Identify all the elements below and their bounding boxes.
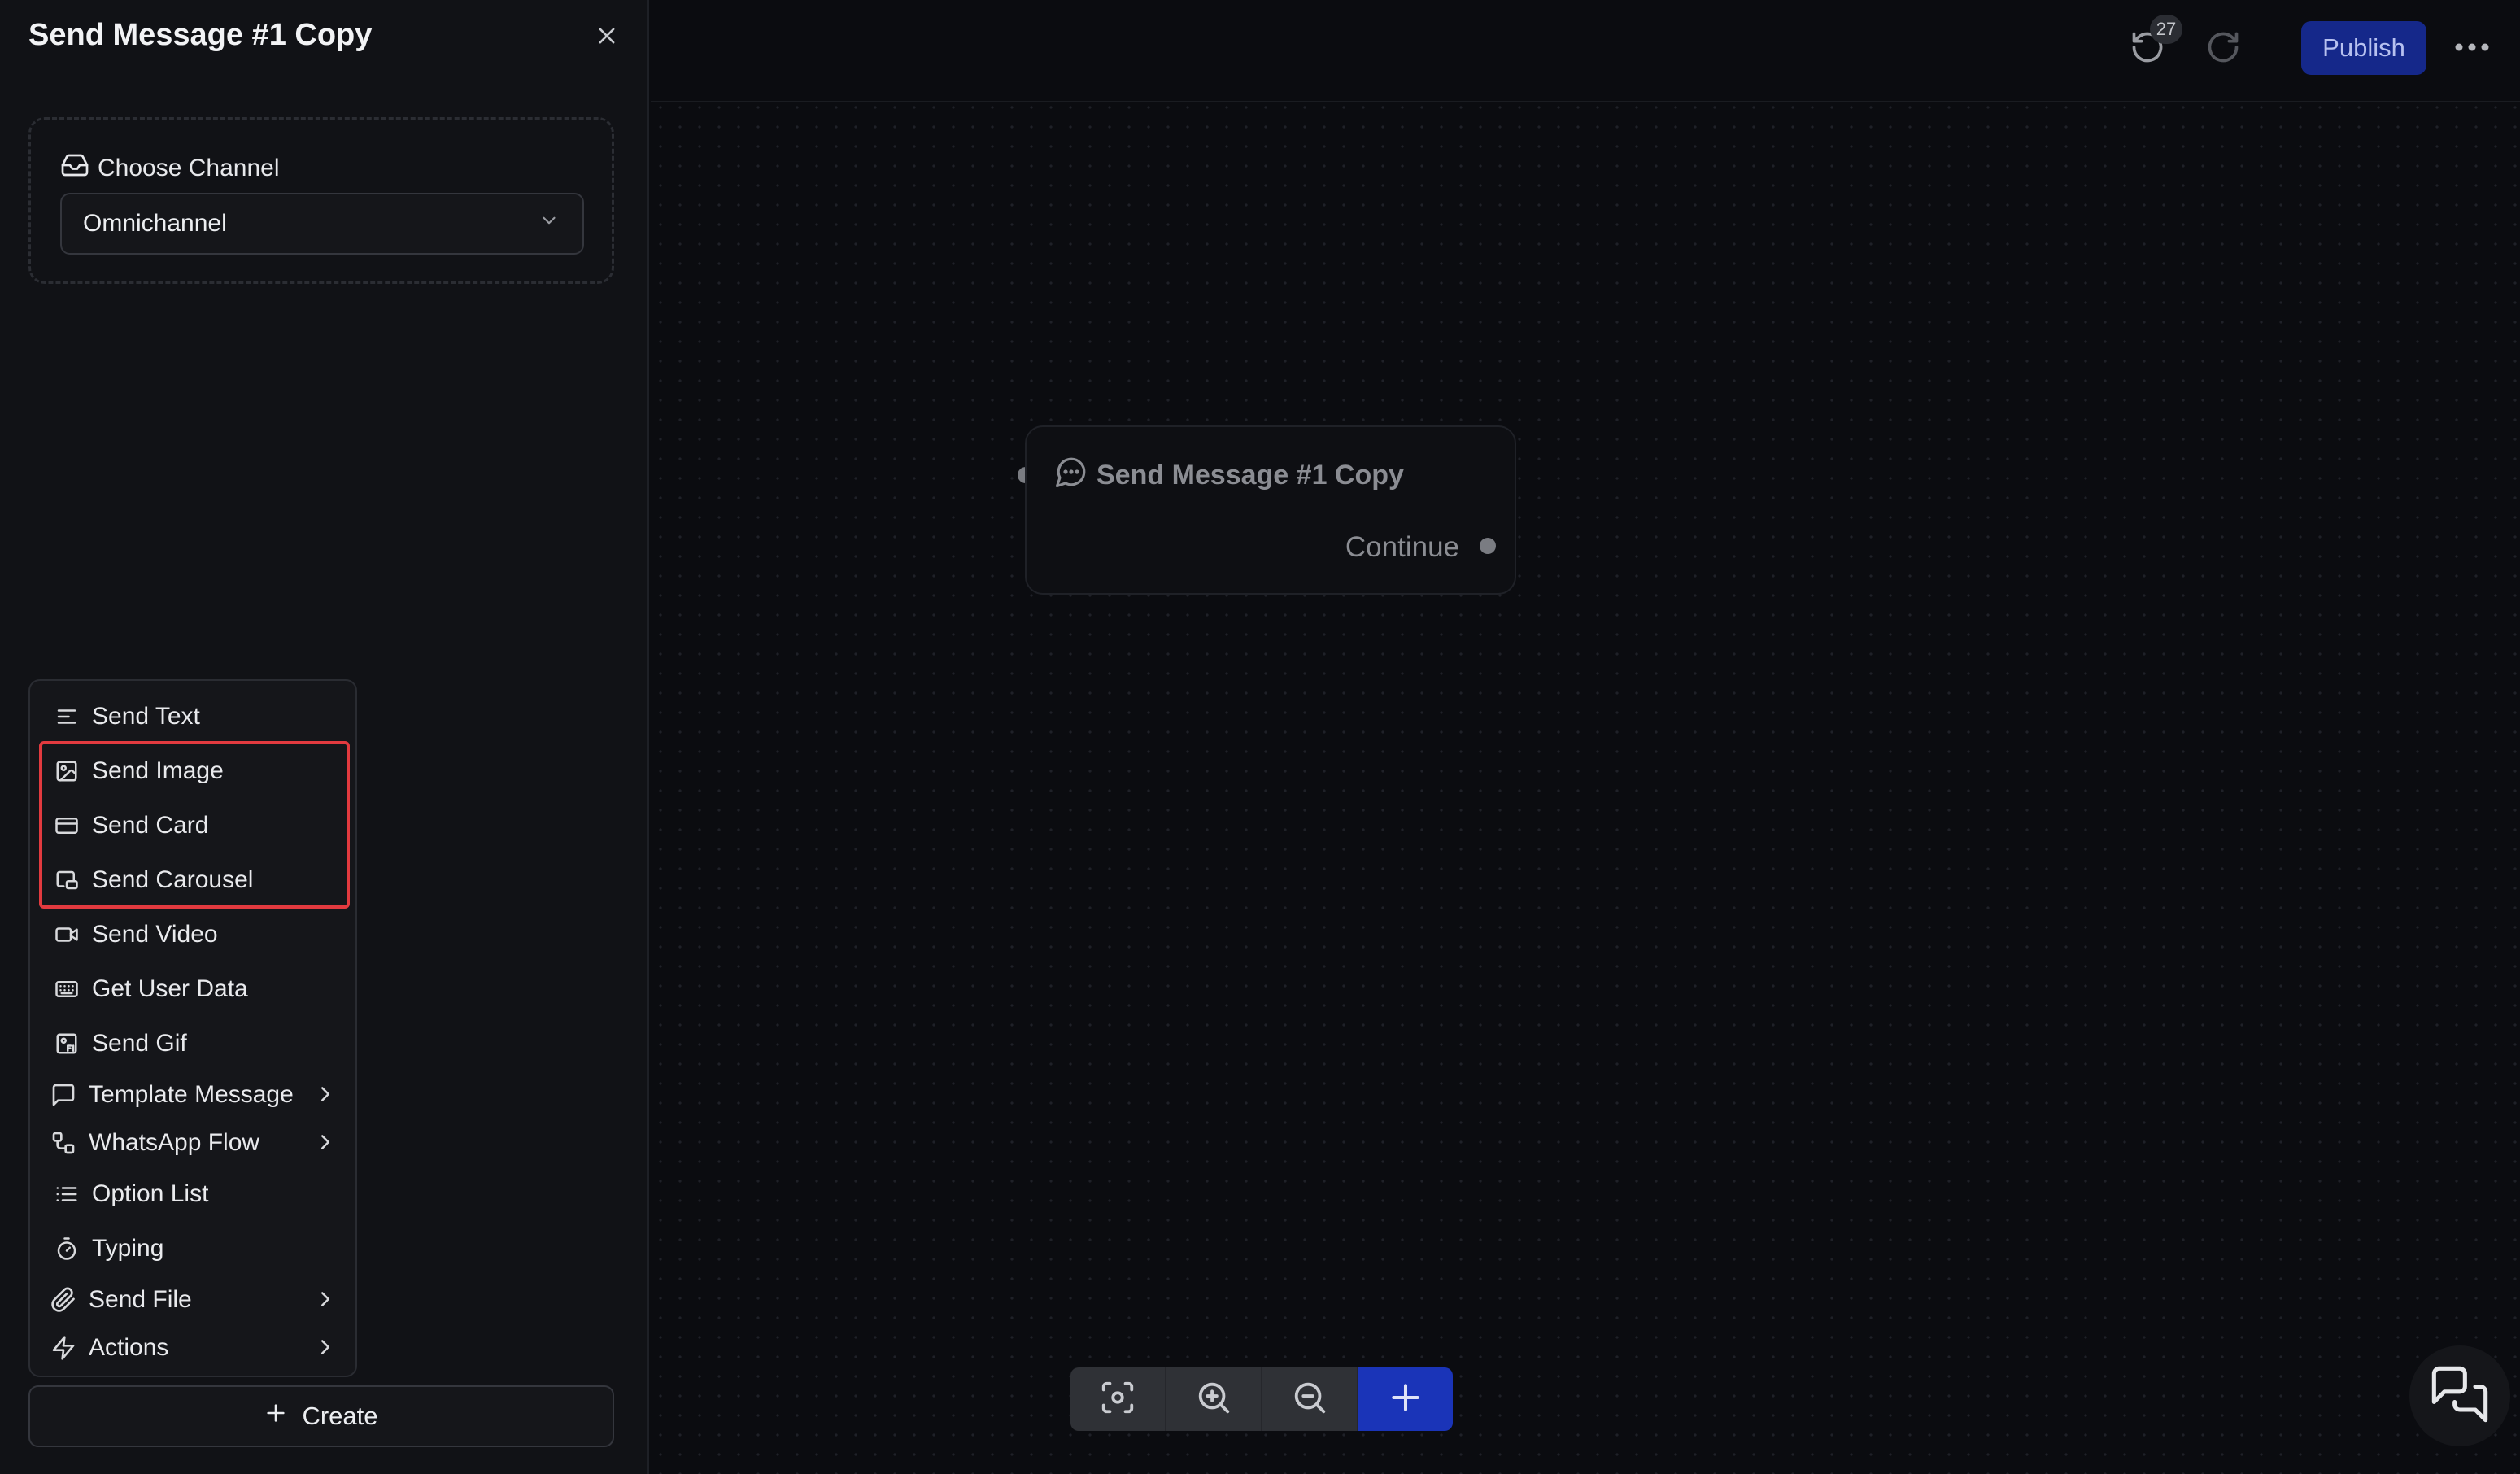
card-icon [53, 812, 81, 839]
node-settings-panel: Send Message #1 Copy Choose Channel Omni… [0, 0, 649, 1474]
message-circle-icon [1054, 455, 1088, 496]
paperclip-icon [50, 1286, 77, 1314]
menu-item-send-carousel[interactable]: Send Carousel [48, 857, 349, 903]
chat-support-button[interactable] [2409, 1345, 2510, 1446]
video-icon [53, 921, 81, 949]
menu-item-send-video[interactable]: Send Video [48, 912, 349, 957]
menu-item-get-user-data[interactable]: Get User Data [48, 966, 349, 1012]
app-root: 27 Publish Send Message #1 Copy Continue [0, 0, 2520, 1474]
chevron-down-icon [538, 210, 560, 238]
publish-button[interactable]: Publish [2301, 21, 2426, 75]
menu-item-whatsapp-flow[interactable]: WhatsApp Flow [48, 1120, 349, 1166]
channel-select[interactable]: Omnichannel [60, 193, 584, 255]
plus-icon [1388, 1380, 1423, 1419]
gif-icon [53, 1030, 81, 1058]
add-message-menu: Send Text Send Image Send Card Send Caro… [28, 679, 357, 1377]
chat-bubbles-icon [2429, 1363, 2491, 1429]
zoom-in-button[interactable] [1166, 1367, 1262, 1431]
channel-label: Choose Channel [60, 150, 280, 186]
panel-title: Send Message #1 Copy [28, 18, 373, 52]
undo-count-badge: 27 [2150, 15, 2182, 44]
zap-icon [50, 1334, 77, 1362]
add-node-button[interactable] [1358, 1367, 1453, 1431]
focus-icon [1099, 1379, 1136, 1420]
menu-item-send-image[interactable]: Send Image [48, 748, 349, 794]
close-icon[interactable] [592, 21, 621, 50]
create-button[interactable]: Create [28, 1385, 614, 1447]
node-title: Send Message #1 Copy [1054, 455, 1404, 496]
redo-icon[interactable] [2205, 29, 2241, 65]
node-output-label: Continue [1345, 531, 1459, 563]
menu-item-send-file[interactable]: Send File [48, 1277, 349, 1323]
channel-section: Choose Channel Omnichannel [28, 117, 614, 284]
zoom-in-icon [1195, 1379, 1232, 1420]
message-square-icon [50, 1081, 77, 1109]
node-title-text: Send Message #1 Copy [1097, 460, 1404, 491]
list-icon [53, 1180, 81, 1208]
flow-icon [50, 1129, 77, 1157]
inbox-icon [60, 150, 89, 186]
timer-icon [53, 1235, 81, 1262]
plus-icon [264, 1402, 287, 1431]
channel-label-text: Choose Channel [98, 155, 280, 181]
node-output-handle[interactable] [1480, 538, 1496, 554]
fit-view-button[interactable] [1070, 1367, 1166, 1431]
menu-item-template-message[interactable]: Template Message [48, 1072, 349, 1118]
canvas-toolbar [1070, 1367, 1453, 1431]
menu-item-option-list[interactable]: Option List [48, 1171, 349, 1217]
create-button-label: Create [302, 1402, 378, 1430]
chevron-right-icon [313, 1082, 338, 1106]
menu-item-send-card[interactable]: Send Card [48, 803, 349, 848]
keyboard-icon [53, 975, 81, 1003]
flow-canvas[interactable] [651, 0, 2520, 1474]
chevron-right-icon [313, 1335, 338, 1359]
chevron-right-icon [313, 1130, 338, 1154]
carousel-icon [53, 866, 81, 894]
align-left-icon [53, 703, 81, 730]
zoom-out-button[interactable] [1262, 1367, 1358, 1431]
menu-item-typing[interactable]: Typing [48, 1226, 349, 1271]
channel-select-value: Omnichannel [83, 210, 227, 237]
image-icon [53, 757, 81, 785]
chevron-right-icon [313, 1287, 338, 1311]
more-options-icon[interactable] [2452, 33, 2492, 62]
send-message-node[interactable]: Send Message #1 Copy Continue [1025, 425, 1516, 595]
menu-item-send-gif[interactable]: Send Gif [48, 1021, 349, 1066]
zoom-out-icon [1291, 1379, 1328, 1420]
menu-item-send-text[interactable]: Send Text [48, 694, 349, 739]
menu-item-actions[interactable]: Actions [48, 1325, 349, 1371]
